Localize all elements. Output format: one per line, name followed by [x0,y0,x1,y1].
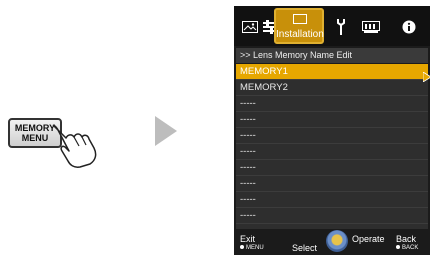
list-item[interactable]: ----- [236,192,428,208]
memory-menu-line2: MENU [21,133,49,143]
exit-label: Exit [240,234,256,244]
select-label: Select [292,243,318,253]
selection-cursor-icon [423,72,430,82]
list-item[interactable]: ----- [236,96,428,112]
tab-installation[interactable]: Installation [274,8,324,44]
list-item[interactable]: MEMORY2 [236,80,428,96]
back-key[interactable]: BACK [396,245,418,251]
operate-label: Operate [352,234,385,244]
breadcrumb: >> Lens Memory Name Edit [236,48,428,63]
list-item[interactable]: ----- [236,112,428,128]
dial-pad-icon[interactable] [326,230,348,252]
list-item[interactable]: ----- [236,208,428,224]
installation-icon [293,14,307,24]
tab-installation-label: Installation [276,29,324,40]
list-item[interactable]: ----- [236,160,428,176]
exit-key[interactable]: MENU [240,245,264,251]
projector-menu: Installation >> Lens Memory Name Edit ME… [234,6,430,255]
tool-icon[interactable] [336,18,346,36]
list-item[interactable]: ----- [236,128,428,144]
info-icon[interactable] [402,18,416,36]
display-setup-icon[interactable] [362,18,380,36]
list-item[interactable]: ----- [236,144,428,160]
menu-toolbar: Installation [234,6,430,46]
lens-memory-list: MEMORY1 MEMORY2 ----- ----- ----- ----- … [236,64,428,229]
right-arrow-icon [155,116,177,146]
pointing-hand-icon [52,124,97,168]
picture-icon[interactable] [242,18,258,36]
back-label: Back [396,234,417,244]
list-item[interactable]: MEMORY1 [236,64,428,80]
list-item[interactable]: ----- [236,176,428,192]
